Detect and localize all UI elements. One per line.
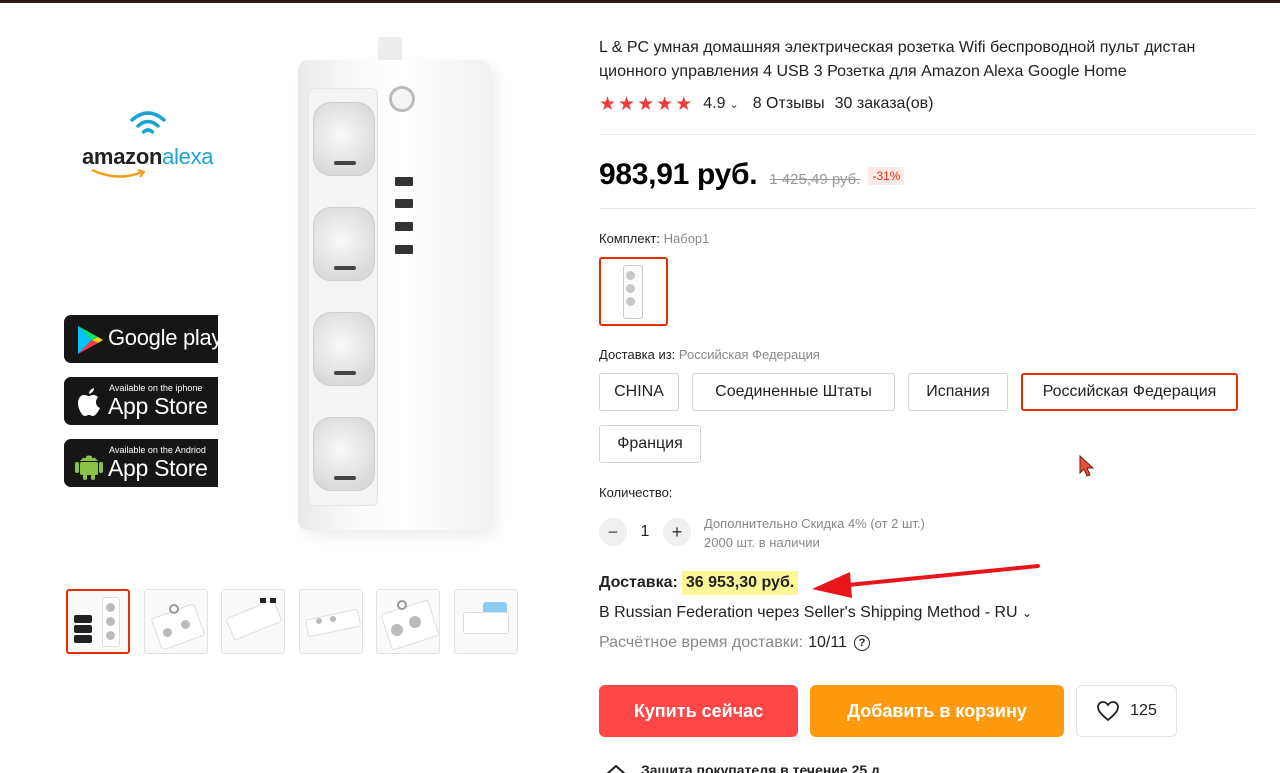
thumbnail-5[interactable] xyxy=(376,589,440,654)
product-gallery: amazonalexa Google play Available on the… xyxy=(0,0,580,773)
shipping-label: Доставка: xyxy=(599,574,678,591)
add-to-cart-button[interactable]: Добавить в корзину xyxy=(810,685,1064,737)
ship-from-russia[interactable]: Российская Федерация xyxy=(1021,373,1238,411)
delivery-estimate: Расчётное время доставки: 10/11 ? xyxy=(599,634,870,652)
product-title: L & PC умная домашняя электрическая розе… xyxy=(599,39,1196,80)
sku-image-option[interactable] xyxy=(599,257,668,326)
heart-icon xyxy=(1097,701,1120,722)
apple-icon xyxy=(78,388,100,416)
chevron-down-icon[interactable]: ⌄ xyxy=(1022,606,1032,620)
app-store-badge-android: Available on the Andriod App Store xyxy=(64,439,218,487)
buyer-protection: Защита покупателя в течение 25 д xyxy=(605,762,880,773)
orders-count: 30 заказа(ов) xyxy=(834,95,934,112)
google-play-icon xyxy=(78,326,103,354)
wishlist-button[interactable]: 125 xyxy=(1076,685,1177,737)
rating-value[interactable]: 4.9 xyxy=(703,95,725,113)
shipping-method[interactable]: В Russian Federation через Seller's Ship… xyxy=(599,604,1032,622)
alexa-wordmark: amazonalexa xyxy=(82,144,214,169)
star-icon: ★ xyxy=(599,93,618,115)
wishlist-count: 125 xyxy=(1130,702,1157,719)
wifi-icon xyxy=(130,111,166,134)
thumbnail-4[interactable] xyxy=(299,589,363,654)
reviews-link[interactable]: 8 Отзывы xyxy=(753,95,825,113)
quantity-plus-button[interactable]: + xyxy=(663,518,691,546)
quantity-notes: Дополнительно Скидка 4% (от 2 шт.) 2000 … xyxy=(704,514,925,552)
mouse-cursor-icon xyxy=(1079,455,1095,477)
usb-port xyxy=(395,245,413,254)
current-price: 983,91 руб. xyxy=(599,158,758,191)
chevron-down-icon[interactable]: ⌄ xyxy=(729,98,738,111)
delivery-estimate-value: 10/11 xyxy=(808,634,847,651)
ship-from-france[interactable]: Франция xyxy=(599,425,701,463)
thumbnail-1[interactable] xyxy=(66,589,130,654)
star-icon: ★ xyxy=(675,93,694,115)
ship-from-spain[interactable]: Испания xyxy=(908,373,1008,411)
thumbnail-6[interactable] xyxy=(454,589,518,654)
thumbnail-3[interactable] xyxy=(221,589,285,654)
price-row: 983,91 руб. 1 425,49 руб. -31% xyxy=(599,158,905,192)
divider xyxy=(599,208,1255,209)
usb-port xyxy=(395,177,413,186)
usb-port xyxy=(395,199,413,208)
ship-from-usa[interactable]: Соединенные Штаты xyxy=(692,373,895,411)
discount-badge: -31% xyxy=(868,167,905,185)
divider xyxy=(599,134,1255,135)
socket xyxy=(313,207,375,281)
quantity-input[interactable]: 1 xyxy=(627,523,663,541)
star-icon: ★ xyxy=(618,93,637,115)
help-icon[interactable]: ? xyxy=(853,635,870,651)
ship-from-china[interactable]: CHINA xyxy=(599,373,679,411)
bulk-discount-note: Дополнительно Скидка 4% (от 2 шт.) xyxy=(704,516,925,531)
rating-row: ★ ★ ★ ★ ★ 4.9 ⌄ 8 Отзывы 30 заказа(ов) xyxy=(599,93,1259,116)
thumbnail-2[interactable] xyxy=(144,589,208,654)
quantity-minus-button[interactable]: − xyxy=(599,518,627,546)
product-info: L & PC умная домашняя электрическая розе… xyxy=(599,36,1259,116)
amazon-smile-icon xyxy=(91,168,146,178)
google-play-badge: Google play xyxy=(64,315,218,363)
star-icon: ★ xyxy=(656,93,675,115)
buy-now-button[interactable]: Купить сейчас xyxy=(599,685,798,737)
power-button-icon xyxy=(389,86,415,112)
android-icon xyxy=(75,455,103,480)
usb-port xyxy=(395,222,413,231)
old-price: 1 425,49 руб. xyxy=(769,171,861,188)
ship-from-label: Доставка из: Российская Федерация xyxy=(599,347,820,362)
quantity-stepper: − 1 + xyxy=(599,518,691,546)
star-icon: ★ xyxy=(637,93,656,115)
app-store-badge-iphone: Available on the iphone App Store xyxy=(64,377,218,425)
quantity-label: Количество: xyxy=(599,485,673,500)
socket xyxy=(313,417,375,491)
amazon-alexa-logo: amazonalexa xyxy=(82,108,232,180)
shipping-cost: 36 953,30 руб. xyxy=(681,571,799,595)
stock-note: 2000 шт. в наличии xyxy=(704,535,820,550)
star-rating: ★ ★ ★ ★ ★ xyxy=(599,93,693,116)
bundle-label: Комплект: Набор1 xyxy=(599,231,710,246)
shipping-cost-row: Доставка: 36 953,30 руб. xyxy=(599,571,799,595)
socket xyxy=(313,312,375,386)
shield-icon xyxy=(606,764,626,773)
socket xyxy=(313,102,375,176)
